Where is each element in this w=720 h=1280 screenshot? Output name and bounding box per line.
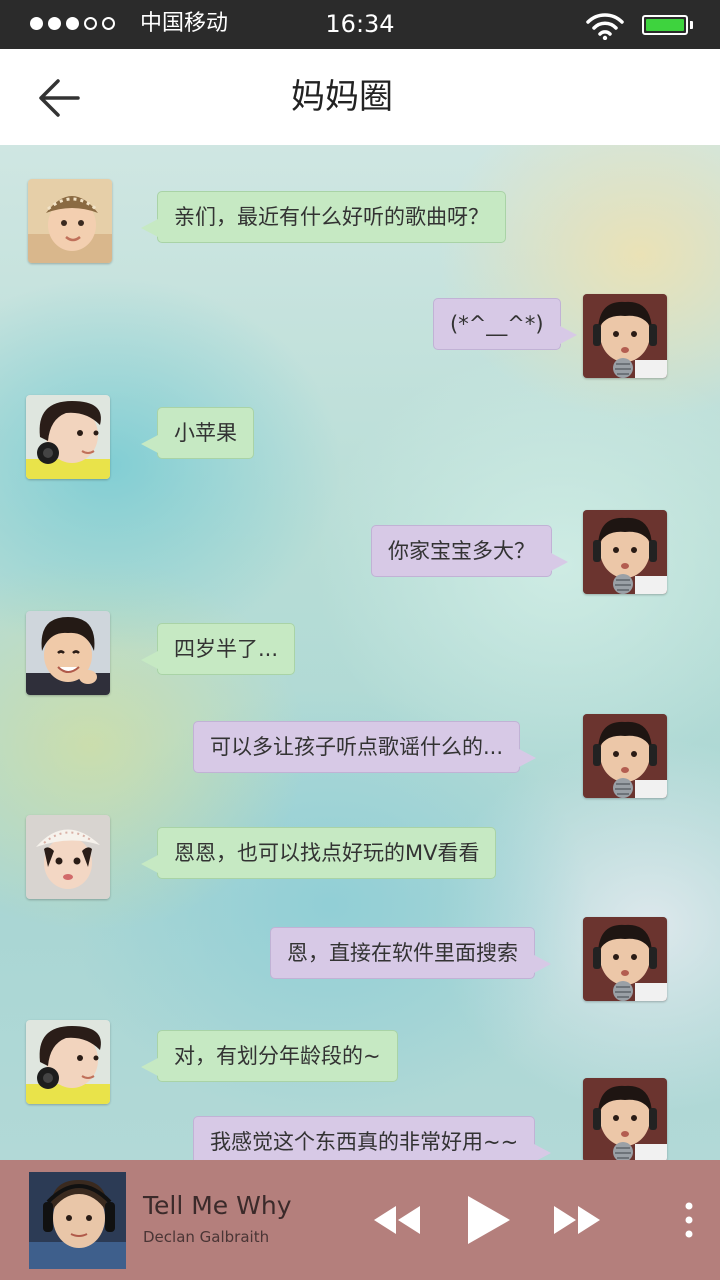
- message-bubble[interactable]: 恩，直接在软件里面搜索: [270, 927, 551, 979]
- boy-with-microphone-avatar: [583, 1078, 667, 1160]
- message-bubble[interactable]: 亲们，最近有什么好听的歌曲呀？: [141, 191, 506, 243]
- boy-with-microphone-avatar: [583, 714, 667, 798]
- message-bubble[interactable]: 对，有划分年龄段的~: [141, 1030, 398, 1082]
- girl-with-headphones-avatar: [26, 395, 110, 479]
- smiling-boy-avatar: [26, 611, 110, 695]
- battery-level: [646, 19, 684, 31]
- girl-in-white-hat-avatar: [26, 815, 110, 899]
- avatar[interactable]: [26, 1020, 110, 1104]
- artist-name: Declan Galbraith: [143, 1228, 270, 1246]
- message-bubble[interactable]: 小苹果: [141, 407, 254, 459]
- album-cover[interactable]: [29, 1172, 126, 1269]
- avatar[interactable]: [583, 1078, 667, 1160]
- message-bubble[interactable]: (*^__^*): [433, 298, 577, 350]
- song-title: Tell Me Why: [143, 1191, 292, 1220]
- status-bar: 中国移动 16:34: [0, 0, 720, 49]
- more-options-icon[interactable]: [682, 1200, 696, 1240]
- message-bubble[interactable]: 恩恩，也可以找点好玩的MV看看: [140, 827, 497, 879]
- avatar[interactable]: [583, 510, 667, 594]
- avatar[interactable]: [26, 395, 110, 479]
- battery-icon: [642, 15, 688, 35]
- message-bubble[interactable]: 你家宝宝多大？: [371, 525, 568, 577]
- boy-with-microphone-avatar: [583, 510, 667, 594]
- girl-with-headphones-avatar: [26, 1020, 110, 1104]
- wifi-icon: [586, 13, 624, 40]
- album-cover-image: [29, 1172, 126, 1269]
- fast-forward-icon[interactable]: [552, 1204, 602, 1236]
- baby-in-knit-hat-avatar: [28, 179, 112, 263]
- avatar[interactable]: [26, 611, 110, 695]
- chat-area[interactable]: 亲们，最近有什么好听的歌曲呀？ (*^__^*) 小苹果 你家宝宝多大？ 四岁半…: [0, 145, 720, 1160]
- avatar[interactable]: [28, 179, 112, 263]
- avatar[interactable]: [26, 815, 110, 899]
- avatar[interactable]: [583, 294, 667, 378]
- boy-with-microphone-avatar: [583, 294, 667, 378]
- avatar[interactable]: [583, 714, 667, 798]
- battery-tip: [690, 21, 693, 29]
- boy-with-microphone-avatar: [583, 917, 667, 1001]
- rewind-icon[interactable]: [372, 1204, 422, 1236]
- message-bubble[interactable]: 四岁半了...: [140, 623, 296, 675]
- music-player-bar: Tell Me Why Declan Galbraith: [0, 1160, 720, 1280]
- message-bubble[interactable]: 我感觉这个东西真的非常好用~~: [193, 1116, 552, 1160]
- play-icon[interactable]: [466, 1194, 512, 1246]
- avatar[interactable]: [583, 917, 667, 1001]
- title-bar: 妈妈圈: [0, 49, 720, 145]
- page-title: 妈妈圈: [291, 77, 393, 117]
- message-bubble[interactable]: 可以多让孩子听点歌谣什么的...: [193, 721, 537, 773]
